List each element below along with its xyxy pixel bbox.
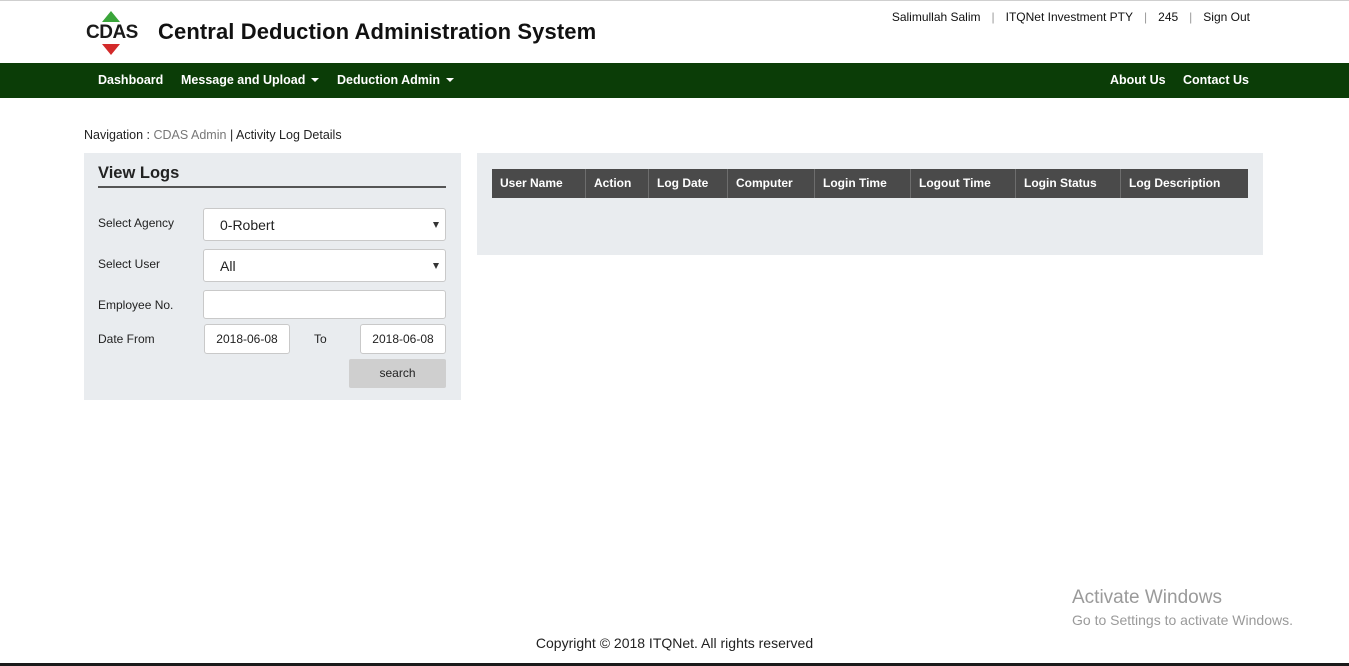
nav-dashboard[interactable]: Dashboard bbox=[98, 63, 163, 98]
nav-contact-us[interactable]: Contact Us bbox=[1183, 63, 1249, 98]
app-title: Central Deduction Administration System bbox=[158, 19, 597, 44]
watermark-line-1: Activate Windows bbox=[1072, 587, 1222, 608]
logo-text: CDAS bbox=[86, 22, 138, 43]
dropdown-arrow-icon bbox=[433, 263, 439, 269]
cdas-logo[interactable]: CDAS bbox=[84, 11, 138, 57]
view-logs-panel: View Logs Select Agency 0-Robert Select … bbox=[84, 153, 461, 400]
user-name: Salimullah Salim bbox=[891, 10, 981, 24]
caret-down-icon bbox=[446, 77, 455, 82]
nav-deduction-admin-label: Deduction Admin bbox=[337, 73, 441, 87]
company-name: ITQNet Investment PTY bbox=[1005, 10, 1134, 24]
search-button[interactable]: search bbox=[349, 359, 446, 388]
sign-out-link[interactable]: Sign Out bbox=[1203, 10, 1250, 24]
user-select-value: All bbox=[220, 258, 236, 274]
breadcrumb-prefix: Navigation : bbox=[84, 128, 151, 142]
main-navbar: Dashboard Message and Upload Deduction A… bbox=[0, 63, 1349, 98]
nav-dashboard-label: Dashboard bbox=[98, 73, 164, 87]
column-header-log-description[interactable]: Log Description bbox=[1121, 169, 1248, 198]
panel-divider bbox=[98, 186, 446, 188]
separator: | bbox=[1189, 10, 1193, 24]
nav-message-upload-label: Message and Upload bbox=[181, 73, 306, 87]
employee-no-label: Employee No. bbox=[98, 298, 174, 312]
date-from-input[interactable]: 2018-06-08 bbox=[204, 324, 290, 354]
column-header-user-name[interactable]: User Name bbox=[492, 169, 586, 198]
user-select[interactable]: All bbox=[203, 249, 446, 282]
breadcrumb-link-cdas-admin[interactable]: CDAS Admin bbox=[154, 128, 227, 142]
agency-label: Select Agency bbox=[98, 216, 175, 230]
results-panel: User Name Action Log Date Computer Login… bbox=[477, 153, 1263, 255]
logo-up-triangle-icon bbox=[102, 11, 120, 22]
logo-down-triangle-icon bbox=[102, 44, 120, 55]
breadcrumb-current: Activity Log Details bbox=[235, 128, 342, 142]
column-header-login-time[interactable]: Login Time bbox=[815, 169, 911, 198]
company-code: 245 bbox=[1158, 10, 1179, 24]
separator: | bbox=[991, 10, 995, 24]
agency-select[interactable]: 0-Robert bbox=[203, 208, 446, 241]
column-header-login-status[interactable]: Login Status bbox=[1016, 169, 1121, 198]
date-to-input[interactable]: 2018-06-08 bbox=[360, 324, 446, 354]
user-label: Select User bbox=[98, 257, 161, 271]
column-header-action[interactable]: Action bbox=[586, 169, 649, 198]
nav-message-upload[interactable]: Message and Upload bbox=[181, 63, 320, 98]
date-to-label: To bbox=[314, 332, 327, 346]
column-header-log-date[interactable]: Log Date bbox=[649, 169, 728, 198]
separator: | bbox=[1144, 10, 1148, 24]
results-table-header: User Name Action Log Date Computer Login… bbox=[492, 169, 1248, 198]
nav-contact-label: Contact Us bbox=[1183, 73, 1249, 87]
site-header: CDAS Central Deduction Administration Sy… bbox=[0, 1, 1349, 63]
employee-no-input[interactable] bbox=[203, 290, 446, 319]
column-header-computer[interactable]: Computer bbox=[728, 169, 815, 198]
nav-deduction-admin[interactable]: Deduction Admin bbox=[337, 63, 455, 98]
nav-about-label: About Us bbox=[1110, 73, 1166, 87]
activate-windows-watermark: Activate Windows Go to Settings to activ… bbox=[1072, 587, 1293, 628]
nav-about-us[interactable]: About Us bbox=[1110, 63, 1166, 98]
dropdown-arrow-icon bbox=[433, 222, 439, 228]
agency-select-value: 0-Robert bbox=[220, 217, 275, 233]
panel-title: View Logs bbox=[98, 164, 180, 182]
breadcrumb: Navigation : CDAS Admin | Activity Log D… bbox=[84, 128, 342, 142]
breadcrumb-separator: | bbox=[229, 128, 234, 142]
date-from-label: Date From bbox=[98, 332, 155, 346]
column-header-logout-time[interactable]: Logout Time bbox=[911, 169, 1016, 198]
watermark-line-2: Go to Settings to activate Windows. bbox=[1072, 612, 1293, 628]
user-bar: Salimullah Salim | ITQNet Investment PTY… bbox=[892, 10, 1250, 24]
caret-down-icon bbox=[311, 77, 320, 82]
footer-copyright: Copyright © 2018 ITQNet. All rights rese… bbox=[535, 635, 814, 651]
